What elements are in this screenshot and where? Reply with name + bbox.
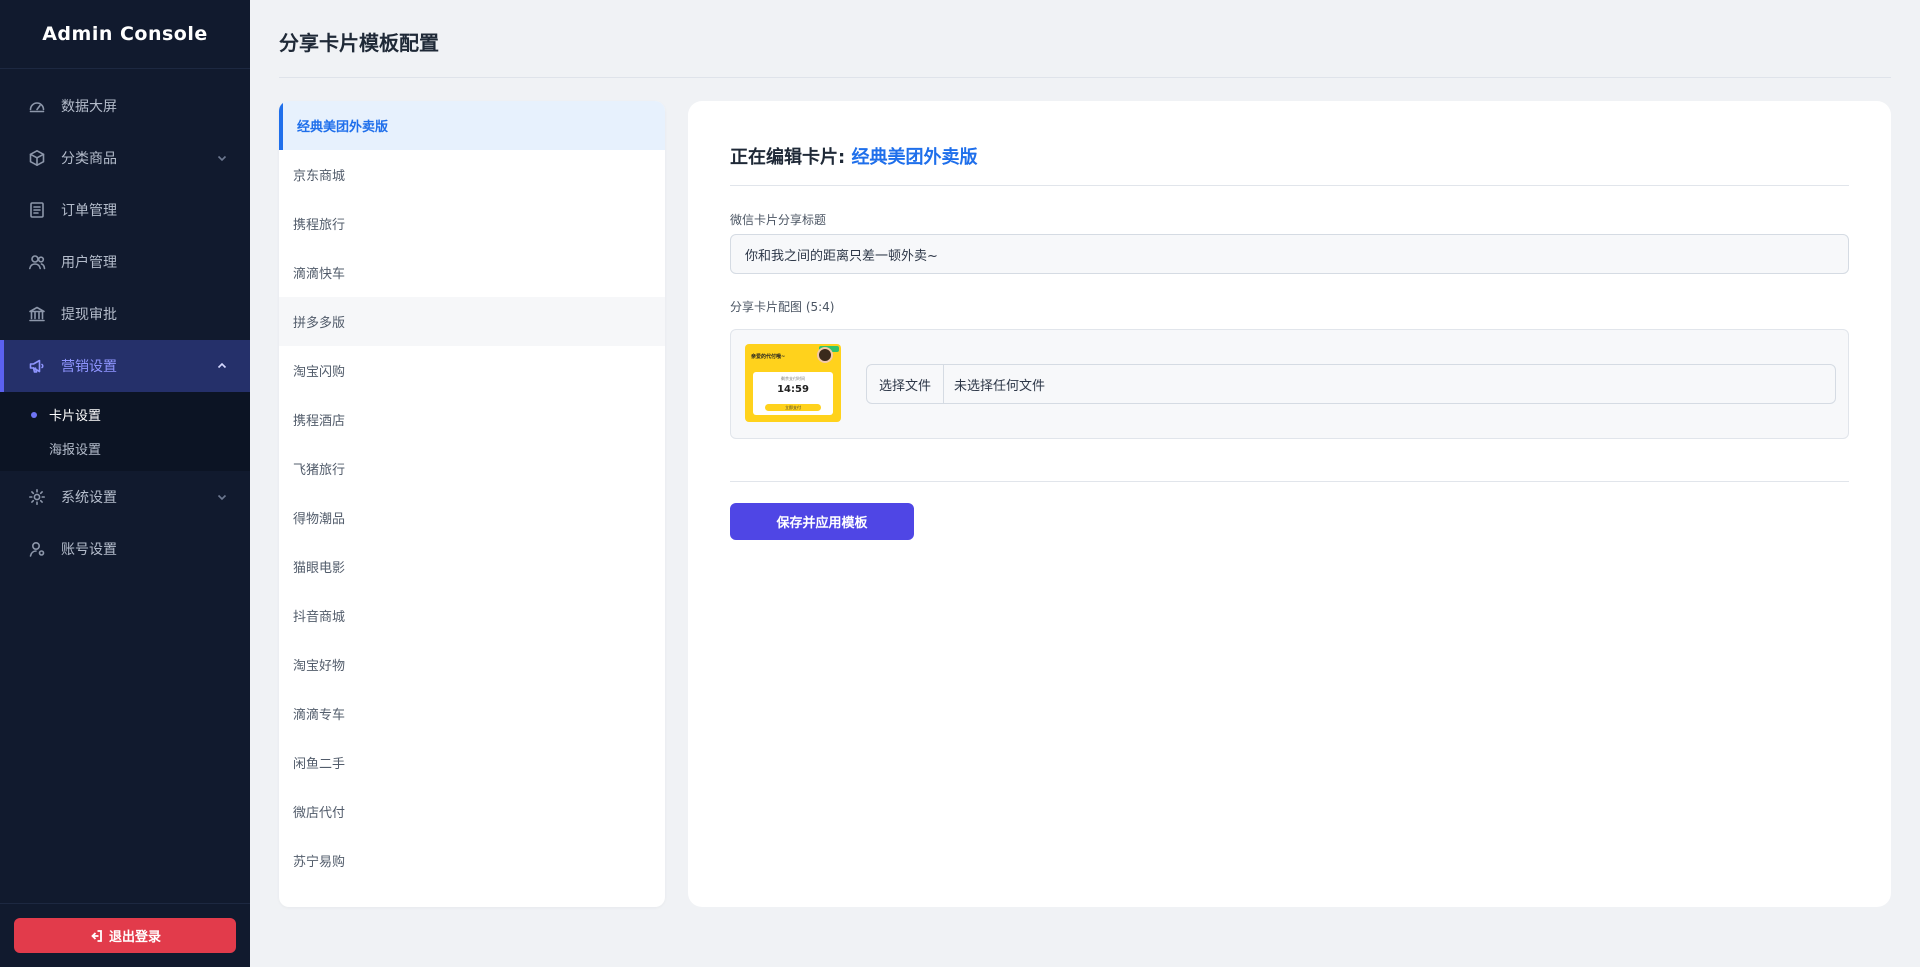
share-title-label: 微信卡片分享标题 xyxy=(730,213,827,227)
logout-area: 退出登录 xyxy=(0,903,250,967)
template-item[interactable]: 闲鱼二手 xyxy=(279,738,665,787)
template-item[interactable]: 微店代付 xyxy=(279,787,665,836)
template-item[interactable]: 淘宝好物 xyxy=(279,640,665,689)
thumbnail-headline: 亲爱的代付哦~ xyxy=(751,354,786,360)
submenu-item-poster-settings[interactable]: 海报设置 xyxy=(0,431,250,465)
logout-icon xyxy=(91,929,102,942)
sidebar-item-system[interactable]: 系统设置 xyxy=(0,471,250,523)
share-title-input[interactable] xyxy=(730,234,1849,274)
sidebar-item-withdrawals[interactable]: 提现审批 xyxy=(0,288,250,340)
template-list: 经典美团外卖版 京东商城 携程旅行 滴滴快车 拼多多版 淘宝闪购 携程酒店 飞猪… xyxy=(279,101,665,907)
order-icon xyxy=(28,201,46,219)
thumbnail-button: 立即支付 xyxy=(765,404,821,411)
share-image-label: 分享卡片配图 (5:4) xyxy=(730,300,835,314)
logout-label: 退出登录 xyxy=(108,930,161,945)
file-input[interactable]: 选择文件 未选择任何文件 xyxy=(866,364,1836,404)
sidebar-item-dashboard[interactable]: 数据大屏 xyxy=(0,80,250,132)
submenu-item-label: 卡片设置 xyxy=(49,408,102,424)
page-title: 分享卡片模板配置 xyxy=(279,31,439,55)
chevron-down-icon xyxy=(216,491,228,503)
users-icon xyxy=(28,253,46,271)
choose-file-button[interactable]: 选择文件 xyxy=(867,365,945,403)
sidebar: Admin Console 数据大屏 分类商品 订单管理 用户管理 提现审批 营… xyxy=(0,0,250,967)
editor-divider xyxy=(730,481,1849,482)
template-item[interactable]: 拼多多版 xyxy=(279,297,665,346)
account-icon xyxy=(28,540,46,558)
thumbnail-card: 剩余支付时间 14:59 立即支付 xyxy=(753,372,833,415)
sidebar-item-account[interactable]: 账号设置 xyxy=(0,523,250,575)
sidebar-item-label: 账号设置 xyxy=(61,542,117,558)
chevron-up-icon xyxy=(216,360,228,372)
submenu-item-label: 海报设置 xyxy=(49,442,102,458)
title-divider xyxy=(279,77,1891,78)
current-template-name: 经典美团外卖版 xyxy=(851,147,978,168)
sidebar-item-label: 数据大屏 xyxy=(61,99,117,115)
template-item[interactable]: 猫眼电影 xyxy=(279,542,665,591)
sidebar-item-label: 订单管理 xyxy=(61,203,117,219)
dashboard-icon xyxy=(28,97,46,115)
box-icon xyxy=(28,149,46,167)
template-item[interactable]: 携程旅行 xyxy=(279,199,665,248)
sidebar-item-label: 用户管理 xyxy=(61,255,117,271)
sidebar-item-label: 营销设置 xyxy=(61,359,117,375)
active-dot-icon xyxy=(31,412,37,418)
template-item[interactable]: 滴滴快车 xyxy=(279,248,665,297)
template-item[interactable]: 得物潮品 xyxy=(279,493,665,542)
thumbnail-subtext: 剩余支付时间 xyxy=(781,376,805,381)
file-status-text: 未选择任何文件 xyxy=(954,378,1046,394)
sidebar-nav: 数据大屏 分类商品 订单管理 用户管理 提现审批 营销设置 卡片设置 海报设置 … xyxy=(0,69,250,575)
template-item[interactable]: 经典美团外卖版 xyxy=(279,101,665,150)
editor-panel: 正在编辑卡片: 经典美团外卖版 微信卡片分享标题 分享卡片配图 (5:4) 亲爱… xyxy=(688,101,1891,907)
template-item[interactable]: 苏宁易购 xyxy=(279,836,665,885)
sidebar-item-categories[interactable]: 分类商品 xyxy=(0,132,250,184)
template-item[interactable]: 飞猪旅行 xyxy=(279,444,665,493)
editor-divider xyxy=(730,185,1849,186)
sidebar-item-orders[interactable]: 订单管理 xyxy=(0,184,250,236)
thumbnail-time: 14:59 xyxy=(777,384,809,395)
save-apply-button[interactable]: 保存并应用模板 xyxy=(730,503,914,540)
editor-heading: 正在编辑卡片: 经典美团外卖版 xyxy=(730,143,977,169)
share-image-box: 亲爱的代付哦~ 剩余支付时间 14:59 立即支付 选择文件 未选择任何文件 xyxy=(730,329,1849,439)
template-item[interactable]: 京东商城 xyxy=(279,150,665,199)
brand-logo: Admin Console xyxy=(0,0,250,69)
marketing-submenu: 卡片设置 海报设置 xyxy=(0,392,250,471)
template-item[interactable]: 淘宝闪购 xyxy=(279,346,665,395)
gear-icon xyxy=(28,488,46,506)
chevron-down-icon xyxy=(216,152,228,164)
editor-heading-prefix: 正在编辑卡片: xyxy=(730,147,846,168)
sidebar-item-label: 分类商品 xyxy=(61,151,117,167)
thumbnail-avatar xyxy=(817,347,833,363)
sidebar-item-marketing[interactable]: 营销设置 xyxy=(0,340,250,392)
template-item[interactable]: 滴滴专车 xyxy=(279,689,665,738)
bank-icon xyxy=(28,305,46,323)
submenu-item-card-settings[interactable]: 卡片设置 xyxy=(0,397,250,431)
card-thumbnail: 亲爱的代付哦~ 剩余支付时间 14:59 立即支付 xyxy=(745,344,841,422)
sidebar-item-label: 系统设置 xyxy=(61,490,117,506)
megaphone-icon xyxy=(28,357,46,375)
logout-button[interactable]: 退出登录 xyxy=(14,918,236,953)
sidebar-item-users[interactable]: 用户管理 xyxy=(0,236,250,288)
template-item[interactable]: 携程酒店 xyxy=(279,395,665,444)
template-item[interactable]: 抖音商城 xyxy=(279,591,665,640)
sidebar-item-label: 提现审批 xyxy=(61,307,117,323)
